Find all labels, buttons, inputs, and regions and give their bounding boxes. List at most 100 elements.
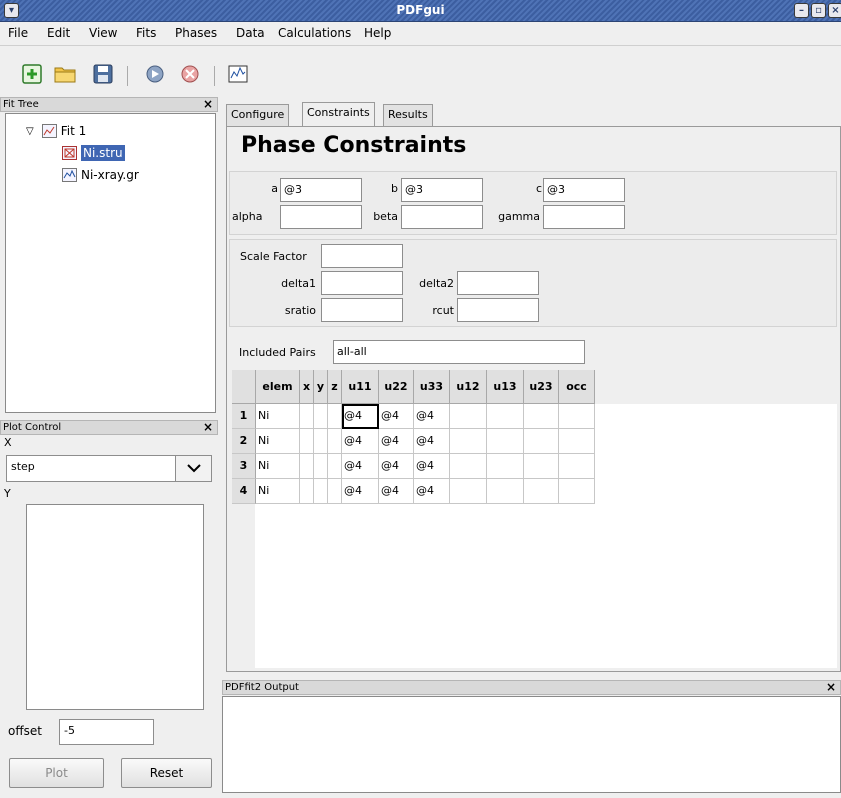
grid-cell-elem[interactable]: Ni — [256, 454, 300, 479]
menu-view[interactable]: View — [89, 26, 117, 40]
close-icon[interactable]: × — [203, 98, 213, 111]
x-axis-select[interactable]: step — [6, 455, 212, 482]
grid-cell-x[interactable] — [300, 454, 314, 479]
c-input[interactable]: @3 — [543, 178, 625, 202]
menu-data[interactable]: Data — [236, 26, 265, 40]
grid-cell-x[interactable] — [300, 429, 314, 454]
menu-edit[interactable]: Edit — [47, 26, 70, 40]
grid-cell-occ[interactable] — [559, 404, 595, 429]
grid-cell-y[interactable] — [314, 479, 328, 504]
grid-cell-u22[interactable]: @4 — [379, 429, 414, 454]
menu-file[interactable]: File — [8, 26, 28, 40]
grid-cell-y[interactable] — [314, 454, 328, 479]
save-icon[interactable] — [91, 62, 115, 86]
column-header-x[interactable]: x — [300, 370, 314, 404]
grid-cell-z[interactable] — [328, 404, 342, 429]
minimize-icon[interactable]: – — [794, 3, 809, 18]
tree-item-fit[interactable]: ▽ Fit 1 — [26, 122, 86, 140]
alpha-input[interactable] — [280, 205, 362, 229]
grid-cell-occ[interactable] — [559, 429, 595, 454]
grid-cell-u12[interactable] — [450, 454, 487, 479]
reset-button[interactable]: Reset — [121, 758, 212, 788]
grid-cell-u13[interactable] — [487, 404, 524, 429]
grid-cell-u33[interactable]: @4 — [414, 404, 450, 429]
grid-cell-u22[interactable]: @4 — [379, 479, 414, 504]
tree-item-dataset[interactable]: Ni-xray.gr — [62, 166, 139, 184]
grid-cell-u13[interactable] — [487, 454, 524, 479]
grid-cell-u11[interactable]: @4 — [342, 454, 379, 479]
menu-fits[interactable]: Fits — [136, 26, 156, 40]
grid-cell-u23[interactable] — [524, 479, 559, 504]
grid-cell-u33[interactable]: @4 — [414, 479, 450, 504]
stop-refinement-icon[interactable] — [178, 62, 202, 86]
row-header[interactable]: 2 — [232, 429, 256, 454]
tree-item-phase[interactable]: Ni.stru — [62, 144, 125, 162]
grid-cell-u33[interactable]: @4 — [414, 454, 450, 479]
open-folder-icon[interactable] — [53, 62, 77, 86]
menu-help[interactable]: Help — [364, 26, 391, 40]
beta-input[interactable] — [401, 205, 483, 229]
expand-triangle-icon[interactable]: ▽ — [26, 126, 34, 137]
grid-cell-y[interactable] — [314, 429, 328, 454]
close-window-icon[interactable]: × — [828, 3, 841, 18]
grid-cell-u12[interactable] — [450, 404, 487, 429]
grid-cell-u13[interactable] — [487, 429, 524, 454]
new-fit-icon[interactable] — [20, 62, 44, 86]
column-header-elem[interactable]: elem — [256, 370, 300, 404]
grid-cell-z[interactable] — [328, 429, 342, 454]
row-header[interactable]: 4 — [232, 479, 256, 504]
y-axis-list[interactable] — [26, 504, 204, 710]
close-icon[interactable]: × — [826, 681, 836, 694]
included-pairs-input[interactable]: all-all — [333, 340, 585, 364]
row-header[interactable]: 3 — [232, 454, 256, 479]
sratio-input[interactable] — [321, 298, 403, 322]
grid-cell-u12[interactable] — [450, 429, 487, 454]
grid-cell-u13[interactable] — [487, 479, 524, 504]
maximize-icon[interactable]: ▫ — [811, 3, 826, 18]
column-header-y[interactable]: y — [314, 370, 328, 404]
grid-cell-u22[interactable]: @4 — [379, 454, 414, 479]
a-input[interactable]: @3 — [280, 178, 362, 202]
menu-phases[interactable]: Phases — [175, 26, 217, 40]
grid-cell-u11[interactable]: @4 — [342, 429, 379, 454]
column-header-u12[interactable]: u12 — [450, 370, 487, 404]
grid-cell-x[interactable] — [300, 479, 314, 504]
scale-factor-input[interactable] — [321, 244, 403, 268]
column-header-u23[interactable]: u23 — [524, 370, 559, 404]
column-header-u33[interactable]: u33 — [414, 370, 450, 404]
grid-cell-u11[interactable]: @4 — [342, 479, 379, 504]
grid-cell-u23[interactable] — [524, 404, 559, 429]
column-header-z[interactable]: z — [328, 370, 342, 404]
delta1-input[interactable] — [321, 271, 403, 295]
grid-cell-elem[interactable]: Ni — [256, 429, 300, 454]
column-header-u13[interactable]: u13 — [487, 370, 524, 404]
run-refinement-icon[interactable] — [143, 62, 167, 86]
gamma-input[interactable] — [543, 205, 625, 229]
column-header-u11[interactable]: u11 — [342, 370, 379, 404]
b-input[interactable]: @3 — [401, 178, 483, 202]
grid-cell-y[interactable] — [314, 404, 328, 429]
grid-cell-u11[interactable]: @4 — [342, 404, 379, 429]
chevron-down-icon[interactable] — [175, 456, 211, 481]
menu-calculations[interactable]: Calculations — [278, 26, 351, 40]
tab-configure[interactable]: Configure — [226, 104, 290, 126]
grid-cell-z[interactable] — [328, 479, 342, 504]
tab-constraints[interactable]: Constraints — [302, 102, 375, 127]
grid-cell-u23[interactable] — [524, 429, 559, 454]
delta2-input[interactable] — [457, 271, 539, 295]
quick-plot-icon[interactable] — [226, 62, 250, 86]
grid-cell-u23[interactable] — [524, 454, 559, 479]
grid-cell-occ[interactable] — [559, 454, 595, 479]
rcut-input[interactable] — [457, 298, 539, 322]
grid-cell-occ[interactable] — [559, 479, 595, 504]
grid-cell-z[interactable] — [328, 454, 342, 479]
grid-cell-elem[interactable]: Ni — [256, 404, 300, 429]
offset-input[interactable]: -5 — [59, 719, 154, 745]
grid-cell-x[interactable] — [300, 404, 314, 429]
column-header-occ[interactable]: occ — [559, 370, 595, 404]
column-header-u22[interactable]: u22 — [379, 370, 414, 404]
grid-cell-elem[interactable]: Ni — [256, 479, 300, 504]
tab-results[interactable]: Results — [383, 104, 433, 126]
row-header[interactable]: 1 — [232, 404, 256, 429]
grid-cell-u22[interactable]: @4 — [379, 404, 414, 429]
